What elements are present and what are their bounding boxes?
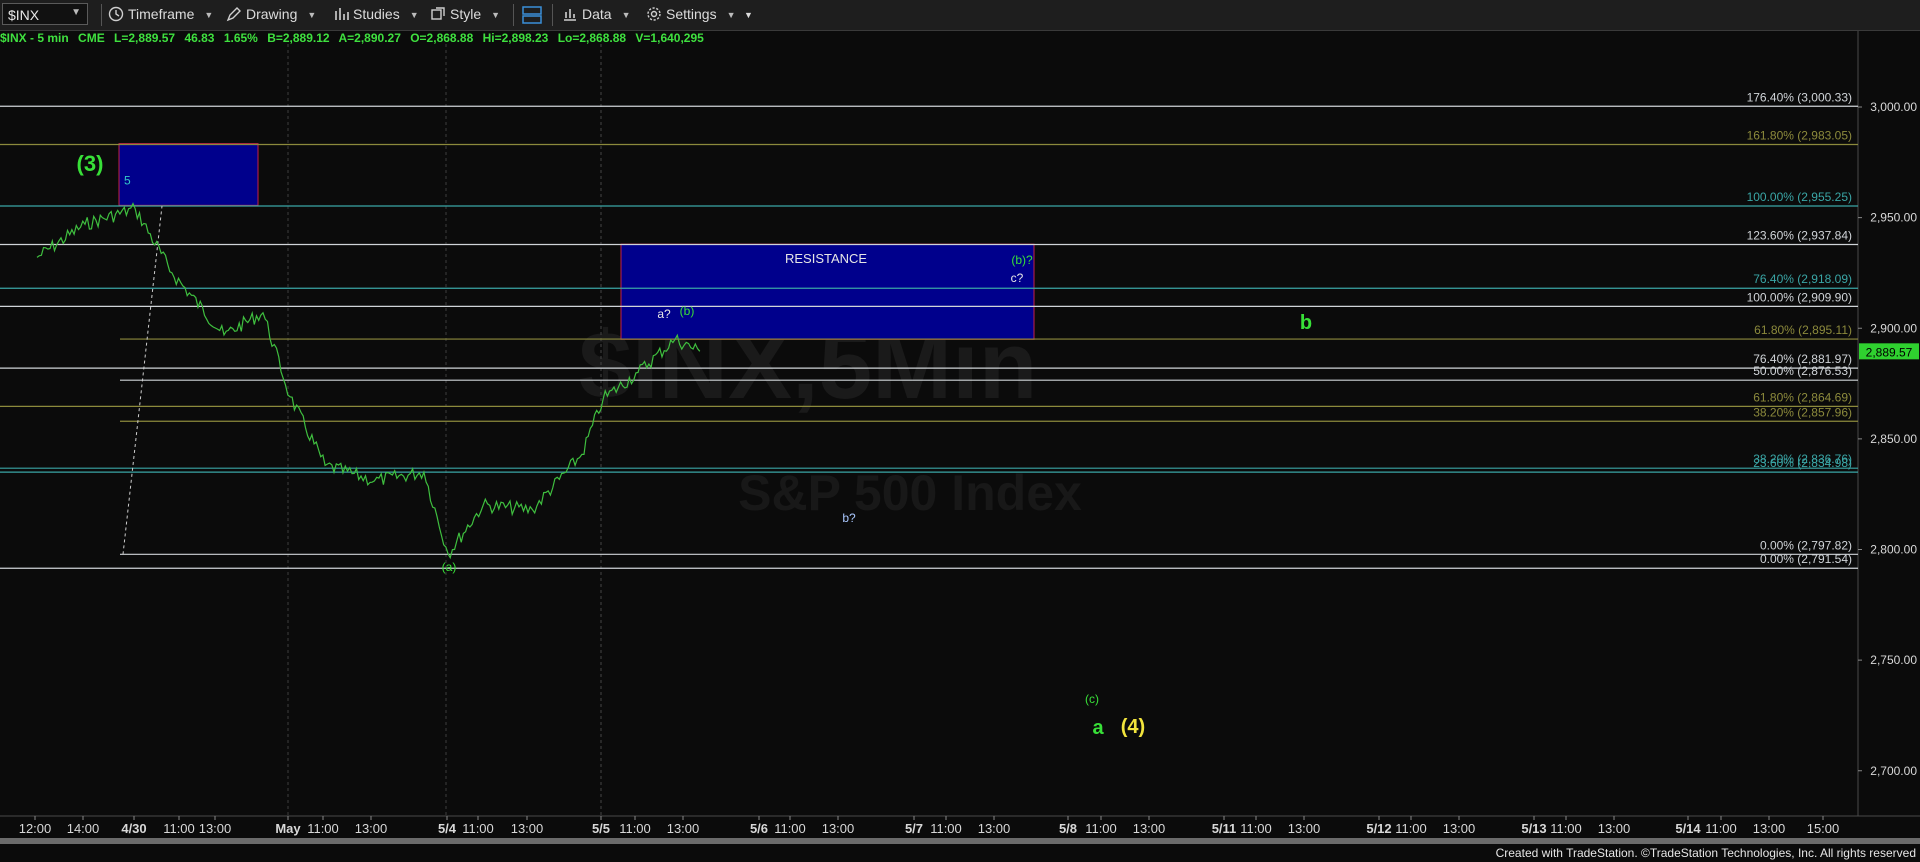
price-chart[interactable]: $INX,5MinS&P 500 Index5RESISTANCE176.40%… [0, 0, 1920, 838]
time-tick-label: 13:00 [1753, 821, 1786, 836]
wave-label-b-paren: (b) [680, 304, 695, 318]
time-tick-label: 13:00 [199, 821, 232, 836]
wave-label-b-small-question: b? [842, 511, 856, 525]
wave-5-zone [118, 143, 259, 206]
price-tick-label: 2,800.00 [1870, 543, 1917, 557]
time-tick-label: 5/13 [1521, 821, 1546, 836]
price-tick-label: 3,000.00 [1870, 100, 1917, 114]
time-tick-label: 11:00 [307, 821, 339, 836]
time-tick-label: 13:00 [667, 821, 700, 836]
time-tick-label: 5/5 [592, 821, 610, 836]
wave-label-3: (3) [77, 151, 104, 176]
time-tick-label: 13:00 [355, 821, 388, 836]
time-tick-label: 14:00 [67, 821, 100, 836]
time-tick-label: 15:00 [1807, 821, 1840, 836]
time-tick-label: 11:00 [163, 821, 195, 836]
wave-label-b-question: (b)? [1011, 253, 1033, 267]
fib-level-label: 123.60% (2,937.84) [1747, 229, 1852, 243]
price-tick-label: 2,850.00 [1870, 432, 1917, 446]
last-price-value: 2,889.57 [1866, 345, 1913, 359]
time-tick-label: 13:00 [1443, 821, 1476, 836]
resistance-label: RESISTANCE [785, 251, 867, 266]
time-tick-label: 11:00 [1395, 821, 1427, 836]
price-tick-label: 2,750.00 [1870, 653, 1917, 667]
horizontal-scrollbar[interactable] [0, 838, 1920, 844]
copyright-footer: Created with TradeStation. ©TradeStation… [1495, 846, 1916, 860]
time-tick-label: 11:00 [1240, 821, 1272, 836]
time-tick-label: 4/30 [121, 821, 146, 836]
fib-level-label: 61.80% (2,864.69) [1753, 390, 1852, 404]
fib-level-label: 0.00% (2,797.82) [1760, 538, 1852, 552]
time-tick-label: 5/6 [750, 821, 768, 836]
fib-level-label: 38.20% (2,857.96) [1753, 405, 1852, 419]
fib-level-label: 23.60% (2,834.98) [1753, 456, 1852, 470]
time-tick-label: 5/12 [1366, 821, 1391, 836]
wave-label-a-paren: (a) [442, 560, 457, 574]
time-tick-label: 5/14 [1675, 821, 1701, 836]
time-tick-label: 11:00 [619, 821, 651, 836]
time-tick-label: 13:00 [511, 821, 544, 836]
fib-level-label: 0.00% (2,791.54) [1760, 552, 1852, 566]
wave-label-a-question: a? [657, 307, 671, 321]
time-tick-label: 13:00 [1133, 821, 1166, 836]
zone-label-5: 5 [124, 174, 131, 188]
time-tick-label: 13:00 [1598, 821, 1631, 836]
time-tick-label: 13:00 [822, 821, 855, 836]
fib-level-label: 76.40% (2,918.09) [1753, 272, 1852, 286]
time-tick-label: 11:00 [1085, 821, 1117, 836]
plot-area [0, 44, 1858, 816]
time-tick-label: 13:00 [978, 821, 1011, 836]
time-tick-label: 11:00 [462, 821, 494, 836]
fib-level-label: 100.00% (2,955.25) [1747, 190, 1852, 204]
fib-level-label: 50.00% (2,876.53) [1753, 364, 1852, 378]
time-tick-label: May [275, 821, 301, 836]
time-tick-label: 5/4 [438, 821, 457, 836]
wave-label-c-paren: (c) [1085, 692, 1099, 706]
price-tick-label: 2,950.00 [1870, 211, 1917, 225]
wave-label-4: (4) [1121, 716, 1145, 738]
time-tick-label: 11:00 [930, 821, 962, 836]
fib-level-label: 61.80% (2,895.11) [1754, 323, 1852, 337]
time-tick-label: 11:00 [774, 821, 806, 836]
price-tick-label: 2,700.00 [1870, 764, 1917, 778]
fib-level-label: 161.80% (2,983.05) [1747, 129, 1852, 143]
wave-label-c-question: c? [1011, 271, 1024, 285]
time-tick-label: 11:00 [1705, 821, 1737, 836]
time-tick-label: 12:00 [19, 821, 52, 836]
fib-level-label: 176.40% (3,000.33) [1747, 90, 1852, 104]
fib-level-label: 100.00% (2,909.90) [1747, 290, 1852, 304]
wave-label-b-large: b [1300, 312, 1312, 334]
time-tick-label: 5/11 [1212, 821, 1237, 836]
time-tick-label: 5/7 [905, 821, 923, 836]
price-tick-label: 2,900.00 [1870, 321, 1917, 335]
time-tick-label: 5/8 [1059, 821, 1077, 836]
time-tick-label: 11:00 [1550, 821, 1582, 836]
time-tick-label: 13:00 [1288, 821, 1321, 836]
watermark-name: S&P 500 Index [738, 465, 1082, 521]
wave-label-a-large: a [1092, 717, 1104, 739]
